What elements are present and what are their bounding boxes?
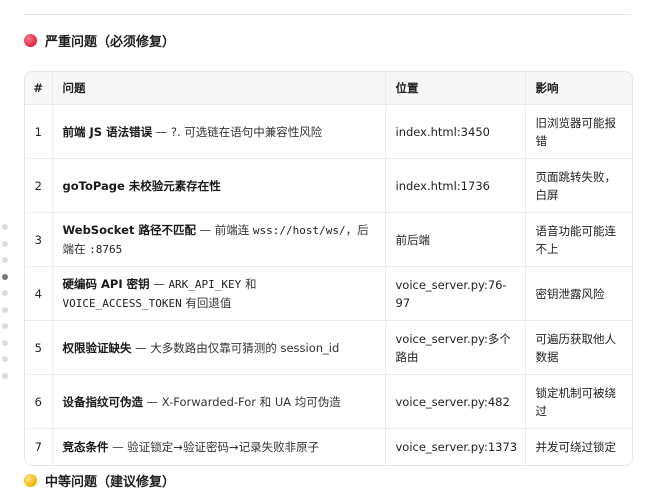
row-number: 5 bbox=[25, 320, 53, 375]
issue-cell: 硬编码 API 密钥 — ARK_API_KEY 和 VOICE_ACCESS_… bbox=[52, 266, 386, 321]
issue-description: 和 bbox=[241, 276, 257, 291]
row-number: 3 bbox=[25, 212, 53, 267]
nav-dot[interactable] bbox=[2, 306, 8, 313]
impact-cell: 并发可绕过锁定 bbox=[535, 440, 617, 454]
table-row: 1 前端 JS 语法错误 — ?. 可选链在语句中兼容性风险 index.htm… bbox=[25, 104, 632, 159]
table-row: 2 goToPage 未校验元素存在性 index.html:1736 页面跳转… bbox=[25, 158, 632, 213]
critical-section-title: 严重问题（必须修复） bbox=[45, 35, 176, 50]
row-number: 2 bbox=[25, 158, 53, 213]
table-row: 4 硬编码 API 密钥 — ARK_API_KEY 和 VOICE_ACCES… bbox=[25, 266, 632, 321]
location-cell: voice_server.py:1373 bbox=[385, 428, 526, 465]
critical-section-heading: 严重问题（必须修复） bbox=[24, 31, 175, 50]
table-row: 5 权限验证缺失 — 大多数路由仅靠可猜测的 session_id voice_… bbox=[25, 320, 632, 375]
code-snippet: ARK_API_KEY bbox=[168, 277, 242, 291]
critical-issues-table: # 问题 位置 影响 1 前端 JS 语法错误 — ?. 可选链在语句中兼容性风… bbox=[24, 71, 633, 466]
nav-dot[interactable] bbox=[2, 257, 8, 263]
impact-cell: 锁定机制可被绕过 bbox=[525, 374, 632, 429]
table-row: 7 竞态条件 — 验证锁定→验证密码→记录失败非原子 voice_server.… bbox=[25, 428, 632, 465]
nav-dot[interactable] bbox=[2, 323, 8, 329]
nav-dot[interactable] bbox=[2, 224, 8, 230]
column-header-issue: 问题 bbox=[52, 72, 386, 105]
issue-title: 前端 JS 语法错误 bbox=[62, 124, 153, 139]
issue-cell: 权限验证缺失 — 大多数路由仅靠可猜测的 session_id bbox=[52, 320, 386, 375]
impact-cell: 页面跳转失败，白屏 bbox=[525, 158, 632, 213]
code-snippet: :8765 bbox=[89, 242, 123, 256]
issue-cell: 竞态条件 — 验证锁定→验证密码→记录失败非原子 bbox=[52, 428, 386, 465]
column-header-location: 位置 bbox=[385, 72, 526, 105]
issue-description: — 验证锁定→验证密码→记录失败非原子 bbox=[108, 440, 320, 454]
impact-cell: 旧浏览器可能报错 bbox=[525, 104, 632, 159]
nav-dot[interactable] bbox=[2, 339, 8, 346]
yellow-circle-icon bbox=[24, 474, 37, 487]
issue-title: goToPage 未校验元素存在性 bbox=[62, 178, 221, 193]
top-divider bbox=[24, 14, 631, 15]
issue-description: 有回退值 bbox=[181, 295, 232, 310]
nav-dot[interactable] bbox=[2, 372, 8, 379]
issue-cell: 前端 JS 语法错误 — ?. 可选链在语句中兼容性风险 bbox=[52, 104, 386, 159]
issue-description: — X-Forwarded-For 和 UA 均可伪造 bbox=[143, 394, 341, 409]
location-cell: voice_server.py:482 bbox=[385, 374, 526, 429]
issue-title: 硬编码 API 密钥 bbox=[62, 276, 150, 291]
nav-dot-active[interactable] bbox=[2, 273, 8, 280]
table-row: 3 WebSocket 路径不匹配 — 前端连 wss://host/ws/，后… bbox=[25, 212, 632, 267]
row-number: 7 bbox=[25, 428, 53, 465]
location-cell: index.html:3450 bbox=[385, 104, 526, 159]
impact-cell: 密钥泄露风险 bbox=[525, 266, 632, 321]
impact-cell: 语音功能可能连不上 bbox=[525, 212, 632, 267]
column-header-number: # bbox=[25, 72, 53, 105]
location-cell: index.html:1736 bbox=[385, 158, 526, 213]
issue-description: — bbox=[149, 276, 169, 291]
issue-cell: 设备指纹可伪造 — X-Forwarded-For 和 UA 均可伪造 bbox=[52, 374, 386, 429]
code-snippet: VOICE_ACCESS_TOKEN bbox=[62, 296, 182, 310]
nav-dot[interactable] bbox=[2, 240, 8, 247]
issue-description: — ?. 可选链在语句中兼容性风险 bbox=[152, 124, 323, 139]
issue-description: — 前端连 bbox=[195, 222, 253, 237]
issue-cell: goToPage 未校验元素存在性 bbox=[52, 158, 386, 213]
issue-cell: WebSocket 路径不匹配 — 前端连 wss://host/ws/，后端在… bbox=[52, 212, 386, 267]
row-number: 6 bbox=[25, 374, 53, 429]
row-number: 4 bbox=[25, 266, 53, 321]
impact-cell: 可遍历获取他人数据 bbox=[525, 320, 632, 375]
issue-title: 竞态条件 bbox=[62, 440, 109, 454]
location-cell: voice_server.py:76-97 bbox=[385, 266, 526, 321]
medium-section-title: 中等问题（建议修复） bbox=[45, 475, 176, 490]
table-header-row: # 问题 位置 影响 bbox=[25, 72, 632, 105]
table-row: 6 设备指纹可伪造 — X-Forwarded-For 和 UA 均可伪造 vo… bbox=[25, 374, 632, 429]
red-circle-icon bbox=[24, 34, 37, 47]
medium-section-heading: 中等问题（建议修复） bbox=[24, 471, 175, 490]
nav-dot[interactable] bbox=[2, 290, 8, 296]
code-snippet: wss://host/ws/ bbox=[252, 223, 346, 237]
nav-dot[interactable] bbox=[2, 356, 8, 362]
column-header-impact: 影响 bbox=[525, 72, 632, 105]
location-cell: voice_server.py:多个路由 bbox=[385, 320, 526, 375]
issue-title: WebSocket 路径不匹配 bbox=[62, 222, 196, 237]
location-cell: 前后端 bbox=[385, 212, 526, 267]
issue-title: 设备指纹可伪造 bbox=[62, 394, 144, 409]
issue-title: 权限验证缺失 bbox=[62, 340, 132, 355]
page-navigation-rail bbox=[2, 224, 9, 389]
issue-description: — 大多数路由仅靠可猜测的 session_id bbox=[131, 340, 340, 355]
row-number: 1 bbox=[25, 104, 53, 159]
